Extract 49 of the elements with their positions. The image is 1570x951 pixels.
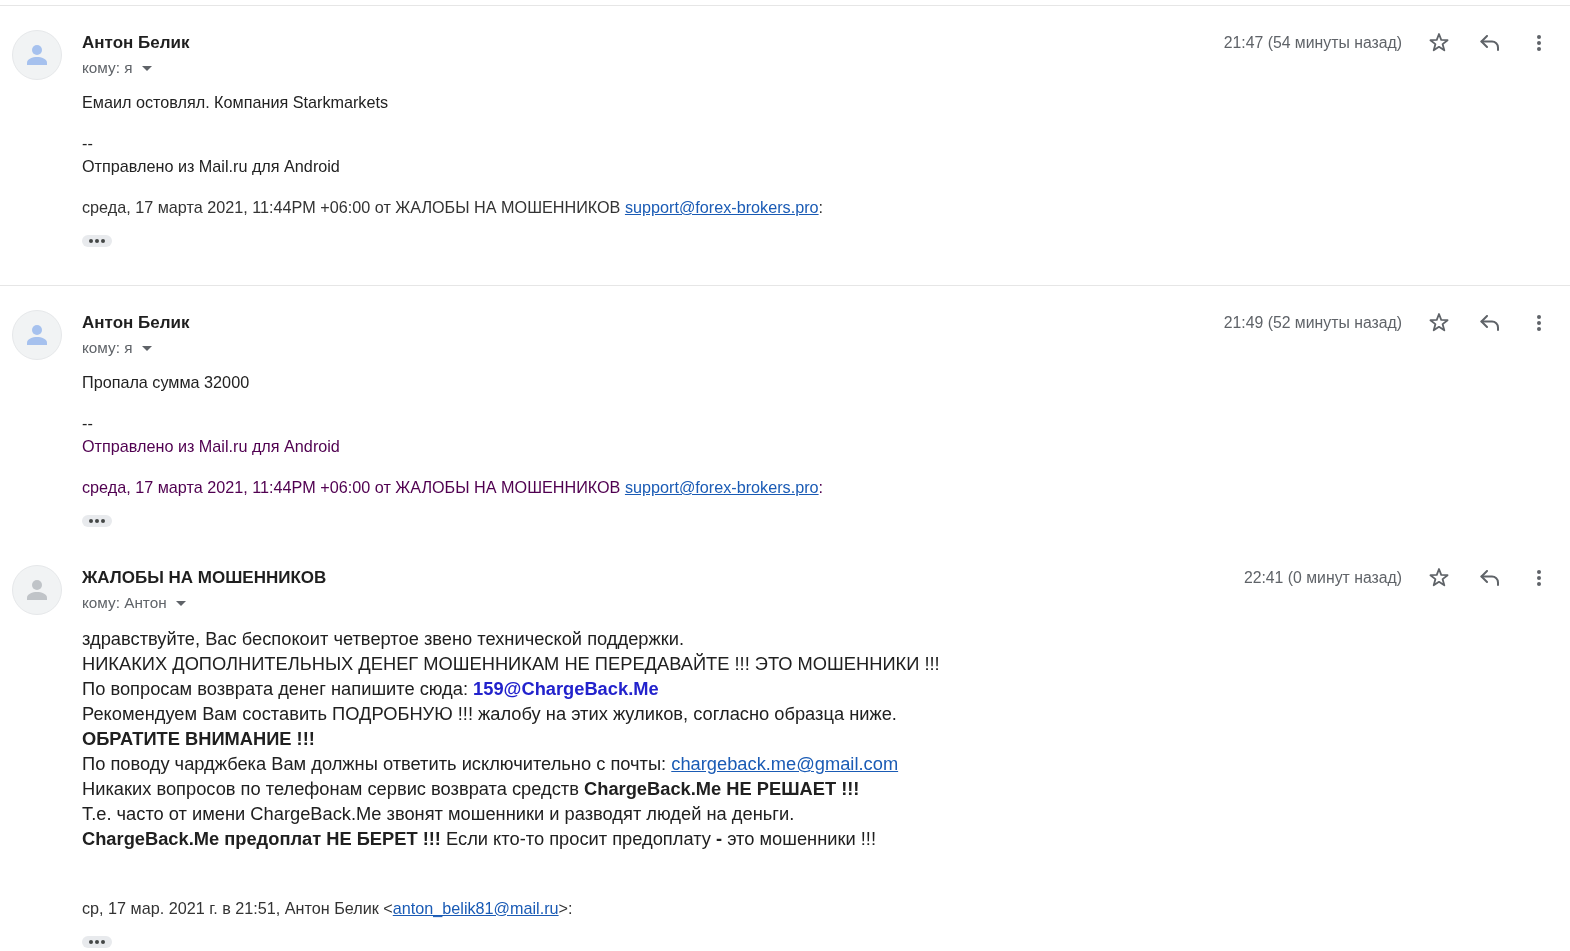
ellipsis-icon xyxy=(89,940,105,944)
more-options-icon[interactable] xyxy=(1537,315,1541,331)
message-time: 21:47 (54 минуты назад) xyxy=(1223,33,1402,53)
message-text: Никаких вопросов по телефонам сервис возврата средств ChargeBack.Me НЕ РЕШАЕТ !!! xyxy=(82,777,861,801)
quote-header-text: ср, 17 мар. 2021 г. в 21:51, Антон Белик <anton_belik81@mail.ru>: xyxy=(82,898,574,919)
recipient-details-button[interactable]: кому: я xyxy=(82,58,152,78)
recipient-details-button[interactable]: кому: Антон xyxy=(82,593,186,613)
ellipsis-icon xyxy=(89,239,105,243)
sender-name: Антон Белик xyxy=(82,33,190,53)
more-options-icon[interactable] xyxy=(1537,570,1541,586)
reply-icon[interactable] xyxy=(1480,570,1500,586)
message-text: Отправлено из Mail.ru для Android xyxy=(82,436,341,457)
caret-icon xyxy=(175,600,186,606)
show-trimmed-content-button[interactable] xyxy=(82,235,112,247)
email-link[interactable]: support@forex-brokers.pro xyxy=(624,478,819,496)
message-text: -- xyxy=(82,133,94,154)
reply-icon[interactable] xyxy=(1480,315,1500,331)
recipient-details-button[interactable]: кому: я xyxy=(82,338,152,358)
more-options-icon[interactable] xyxy=(1537,35,1541,51)
quote-header-text: среда, 17 марта 2021, 11:44PM +06:00 от ЖАЛОБЫ НА МОШЕННИКОВ support@forex-brokers.pro: xyxy=(82,197,825,218)
email-link[interactable]: chargeback.me@gmail.com xyxy=(671,753,899,774)
show-trimmed-content-button[interactable] xyxy=(82,515,112,527)
message-text: Пропала сумма 32000 xyxy=(82,372,251,393)
message-text: -- xyxy=(82,413,94,434)
email-link[interactable]: support@forex-brokers.pro xyxy=(624,198,819,216)
caret-icon xyxy=(141,345,152,351)
message-time: 22:41 (0 минут назад) xyxy=(1243,568,1402,588)
email-link[interactable]: anton_belik81@mail.ru xyxy=(392,899,559,917)
sender-name: Антон Белик xyxy=(82,313,190,333)
sender-name: ЖАЛОБЫ НА МОШЕННИКОВ xyxy=(82,568,327,588)
star-icon[interactable] xyxy=(1429,568,1449,588)
caret-icon xyxy=(141,65,152,71)
show-trimmed-content-button[interactable] xyxy=(82,936,112,948)
message-text: НИКАКИХ ДОПОЛНИТЕЛЬНЫХ ДЕНЕГ МОШЕННИКАМ НЕ ПЕРЕДАВАЙТЕ !!! ЭТО МОШЕННИКИ !!! xyxy=(82,652,941,676)
message-text: Отправлено из Mail.ru для Android xyxy=(82,156,341,177)
message-text: ChargeBack.Me предоплат НЕ БЕРЕТ !!! Если кто-то просит предоплату - это мошенники !!! xyxy=(82,827,877,851)
quote-header-text: среда, 17 марта 2021, 11:44PM +06:00 от ЖАЛОБЫ НА МОШЕННИКОВ support@forex-brokers.pro: xyxy=(82,477,825,498)
ellipsis-icon xyxy=(89,519,105,523)
message-text: По поводу чарджбека Вам должны ответить исключительно с почты: chargeback.me@gmail.com xyxy=(82,752,900,776)
star-icon[interactable] xyxy=(1429,313,1449,333)
message-text: Т.е. часто от имени ChargeBack.Me звонят мошенники и разводят людей на деньги. xyxy=(82,802,796,826)
message-text: По вопросам возврата денег напишите сюда: 159@ChargeBack.Me xyxy=(82,677,660,701)
reply-icon[interactable] xyxy=(1480,35,1500,51)
message-text: ОБРАТИТЕ ВНИМАНИЕ !!! xyxy=(82,727,316,751)
star-icon[interactable] xyxy=(1429,33,1449,53)
message-text: здравствуйте, Вас беспокоит четвертое звено технической поддержки. xyxy=(82,627,685,651)
message-text: Емаил остовлял. Компания Starkmarkets xyxy=(82,92,390,113)
message-time: 21:49 (52 минуты назад) xyxy=(1223,313,1402,333)
message-text: Рекомендуем Вам составить ПОДРОБНУЮ !!! жалобу на этих жуликов, согласно образца ниже. xyxy=(82,702,898,726)
